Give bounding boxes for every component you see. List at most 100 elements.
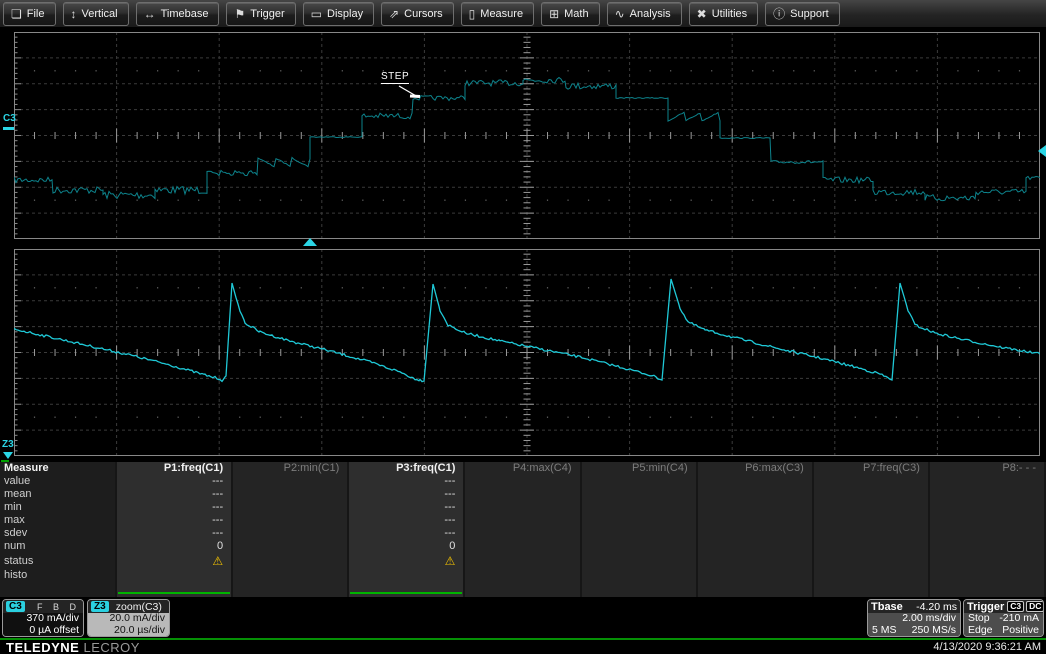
menu-support-button[interactable]: ⓘSupport [765,2,840,26]
display-monitor-icon: ▭ [311,8,322,20]
measure-column-header: P8:- - - [930,462,1044,475]
z3-descriptor-body: 20.0 mA/div 20.0 µs/div [88,613,169,636]
measure-column-p5[interactable]: P5:min(C4) [582,462,696,597]
measure-cell-min [698,501,812,514]
c3-descriptor-body: 370 mA/div 0 µA offset [3,613,83,636]
measure-cell-value [582,475,696,488]
trigger-mode: Stop [968,613,990,625]
vertical-arrows-icon: ↕ [71,8,77,20]
math-calculator-icon: ⊞ [549,8,559,20]
main-waveform-canvas [14,32,1040,239]
measure-row-label-num: num [0,540,115,553]
menu-trigger-button[interactable]: ⚑Trigger [226,2,295,26]
step-annotation: STEP [381,71,409,84]
measure-cell-sdev [814,527,928,540]
brand-teledyne: TELEDYNE [6,640,79,654]
measure-cell-histo [465,569,579,597]
menu-button-label: Analysis [630,8,671,20]
zoom-z3-label[interactable]: Z3 [2,439,14,450]
measure-cell-sdev [582,527,696,540]
c3-flags: F B D [37,602,80,612]
measure-row-label-histo: histo [0,569,115,597]
measure-cell-max [233,514,347,527]
trigger-source-badge: C3 [1007,601,1024,612]
measure-column-p6[interactable]: P6:max(C3) [698,462,812,597]
menu-button-label: Display [327,8,363,20]
measure-cell-mean [930,488,1044,501]
warning-icon: ⚠ [212,554,223,568]
measure-cell-min [465,501,579,514]
measure-cell-sdev [698,527,812,540]
channel-c3-zero-marker[interactable] [3,127,14,130]
channel-c3-label[interactable]: C3 [3,113,16,124]
zoom-waveform-grid[interactable] [14,249,1040,456]
measure-cell-histo [349,569,463,592]
z3-horizontal-scale: 20.0 µs/div [92,625,165,637]
measure-cell-max [698,514,812,527]
menu-button-label: Measure [480,8,523,20]
measure-cell-histo [930,569,1044,597]
menu-timebase-button[interactable]: ↔Timebase [136,2,220,26]
trigger-descriptor[interactable]: Trigger C3 DC Stop-210 mA EdgePositive [963,599,1044,637]
timebase-title: Tbase [871,601,903,613]
z3-badge: Z3 [91,601,109,612]
measure-cell-num [582,540,696,553]
trigger-level-marker-icon[interactable] [1038,145,1046,157]
measure-column-p3[interactable]: P3:freq(C1)---------------0⚠ [349,462,463,597]
measure-cell-num [233,540,347,553]
trigger-title: Trigger [967,601,1004,613]
measure-cell-sdev [233,527,347,540]
measure-column-header: P4:max(C4) [465,462,579,475]
menu-button-label: Cursors [404,8,443,20]
measure-cell-min [930,501,1044,514]
brand-logo: TELEDYNE LECROY [6,640,140,654]
measure-column-p7[interactable]: P7:freq(C3) [814,462,928,597]
measure-cell-histo [814,569,928,597]
measure-cell-sdev: --- [117,527,231,540]
z3-vertical-scale: 20.0 mA/div [92,613,165,625]
trigger-level: -210 mA [999,613,1039,625]
measure-column-p4[interactable]: P4:max(C4) [465,462,579,597]
measure-row-label-sdev: sdev [0,527,115,540]
zoom-z3-descriptor[interactable]: Z3 zoom(C3) 20.0 mA/div 20.0 µs/div [87,599,170,637]
measure-row-label-value: value [0,475,115,488]
zoom-position-marker-icon[interactable] [303,238,317,246]
measure-cell-status [814,553,928,569]
menu-cursors-button[interactable]: ⇗Cursors [381,2,454,26]
trigger-type: Edge [968,625,993,637]
measure-cell-max [465,514,579,527]
measure-table: Measurevaluemeanminmaxsdevnumstatushisto… [0,462,1046,597]
menu-file-button[interactable]: ❏File [3,2,56,26]
measure-column-p8[interactable]: P8:- - - [930,462,1044,597]
measure-column-header: P5:min(C4) [582,462,696,475]
measure-cell-mean [233,488,347,501]
measure-column-p1[interactable]: P1:freq(C1)---------------0⚠ [117,462,231,597]
measure-row-label-status: status [0,553,115,569]
measure-cell-histo [233,569,347,597]
menu-vertical-button[interactable]: ↕Vertical [63,2,129,26]
menu-display-button[interactable]: ▭ Display [303,2,374,26]
measure-cell-histo [117,569,231,592]
menu-measure-button[interactable]: ▯Measure [461,2,534,26]
measure-cell-max: --- [117,514,231,527]
measure-cell-value: --- [117,475,231,488]
measure-column-p2[interactable]: P2:min(C1) [233,462,347,597]
measure-cell-num: 0 [349,540,463,553]
c3-scale: 370 mA/div [7,613,79,625]
timebase-descriptor[interactable]: Tbase -4.20 ms 2.00 ms/div 5 MS250 MS/s [867,599,961,637]
c3-offset: 0 µA offset [7,625,79,637]
channel-c3-descriptor[interactable]: C3 F B D 370 mA/div 0 µA offset [2,599,84,637]
measure-cell-status [582,553,696,569]
measure-cell-status [698,553,812,569]
utilities-tools-icon: ✖ [697,8,707,20]
zoom-waveform-canvas [14,249,1040,456]
measure-column-header: P1:freq(C1) [117,462,231,475]
main-waveform-grid[interactable] [14,32,1040,239]
menu-analysis-button[interactable]: ∿Analysis [607,2,682,26]
measure-column-header: P2:min(C1) [233,462,347,475]
menu-math-button[interactable]: ⊞Math [541,2,600,26]
timebase-scale: 2.00 ms/div [902,613,956,625]
trigger-coupling-badge: DC [1026,601,1044,612]
menu-utilities-button[interactable]: ✖Utilities [689,2,759,26]
measure-cell-mean [698,488,812,501]
